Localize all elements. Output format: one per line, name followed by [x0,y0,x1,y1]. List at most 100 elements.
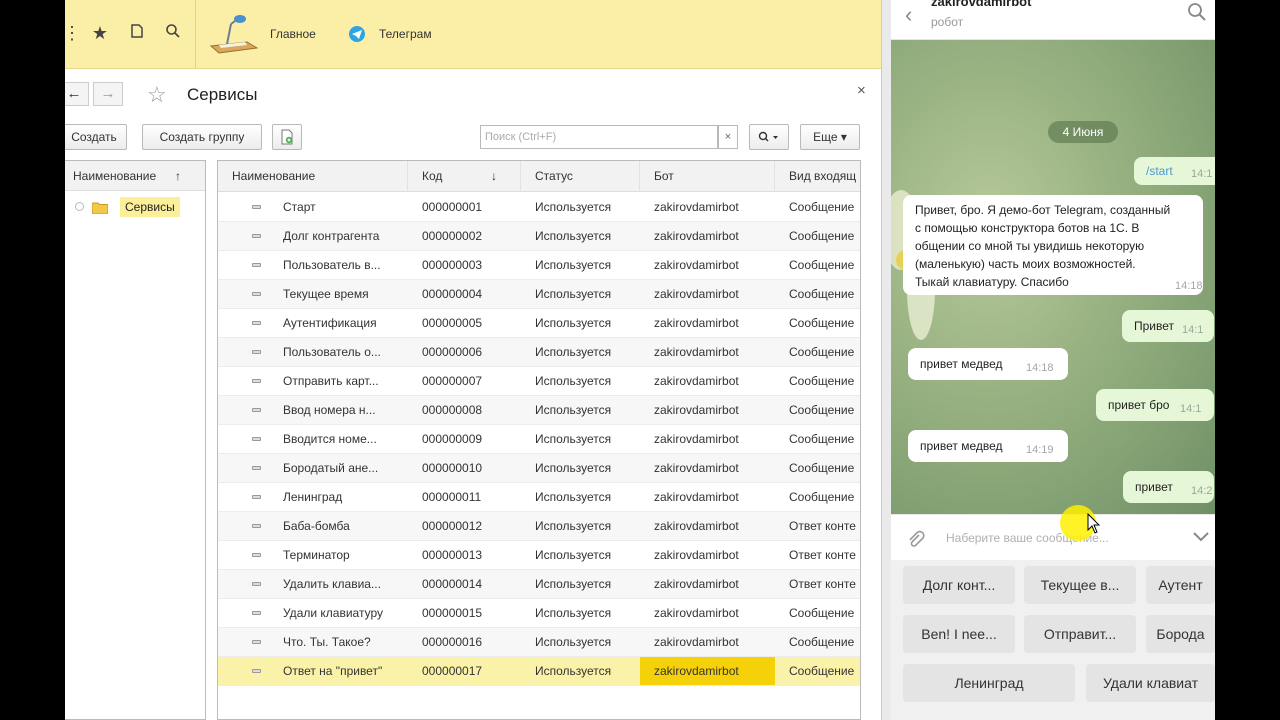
keyboard-button[interactable]: Борода [1146,615,1215,653]
cell-code: 000000010 [422,461,483,475]
outgoing-message[interactable]: /start 14:1 [1134,157,1215,185]
tree-item-services[interactable]: Сервисы [65,195,205,219]
search-clear-icon[interactable]: × [718,125,738,149]
table-row[interactable]: Удалить клавиа... 000000014 Используется za… [218,570,860,599]
cell-code: 000000007 [422,374,483,388]
table-row[interactable]: Ответ на "привет" 000000017 Используется za… [218,657,860,686]
cell-name: Вводится номе... [283,432,377,446]
table-row[interactable]: Вводится номе... 000000009 Используется zak… [218,425,860,454]
cell-code: 000000012 [422,519,483,533]
column-header-incoming-type[interactable]: Вид входящ [775,161,860,192]
incoming-message[interactable]: привет медвед 14:18 [908,348,1068,380]
bot-keyboard: Долг конт... Текущее в... Аутент Ben! I nee… [891,560,1215,720]
cell-status: Используется [535,577,612,591]
chat-header: ‹ zakirovdamirbot робот [891,0,1215,40]
row-element-icon [252,611,261,615]
table-row[interactable]: Текущее время 000000004 Используется zakiro… [218,280,860,309]
section-main-link[interactable]: Главное [270,27,316,41]
tree-header[interactable]: Наименование ↑ [65,161,205,191]
table-row[interactable]: Что. Ты. Такое? 000000016 Используется zaki… [218,628,860,657]
search-icon[interactable] [1187,2,1207,27]
table-row[interactable]: Отправить карт... 000000007 Используется za… [218,367,860,396]
table-row[interactable]: Удали клавиатуру 000000015 Используется zak… [218,599,860,628]
onec-window: ⋮ ★ Главное Телеграм ← → ☆ Сервисы × Соз… [65,0,881,720]
cell-incoming-type: Сообщение [789,635,855,649]
keyboard-button[interactable]: Удали клавиат [1086,664,1215,702]
row-element-icon [252,466,261,470]
outgoing-message[interactable]: Привет 14:1 [1122,310,1214,342]
outgoing-message[interactable]: привет бро 14:1 [1096,389,1214,421]
column-header-bot[interactable]: Бот [640,161,775,192]
favorite-star-icon[interactable]: ☆ [147,82,167,108]
add-document-icon[interactable] [272,124,302,150]
cell-bot: zakirovdamirbot [654,287,739,301]
group-tree: Наименование ↑ Сервисы [65,160,206,720]
tree-item-label: Сервисы [120,197,180,217]
cell-bot: zakirovdamirbot [640,657,775,685]
message-text: Привет [1134,319,1175,333]
cell-status: Используется [535,287,612,301]
table-row[interactable]: Пользователь в... 000000003 Используется za… [218,251,860,280]
table-row[interactable]: Бородатый ане... 000000010 Используется zak… [218,454,860,483]
close-icon[interactable]: × [857,82,866,99]
cell-incoming-type: Сообщение [789,432,855,446]
table-row[interactable]: Аутентификация 000000005 Используется zakir… [218,309,860,338]
column-header-status[interactable]: Статус [521,161,640,192]
back-arrow-icon[interactable]: ← [65,82,89,106]
favorites-star-icon[interactable]: ★ [89,22,111,44]
keyboard-button[interactable]: Долг конт... [903,566,1015,604]
cell-status: Используется [535,490,612,504]
back-chevron-icon[interactable]: ‹ [905,2,912,28]
cell-bot: zakirovdamirbot [654,635,739,649]
search-input[interactable]: Поиск (Ctrl+F) [480,125,718,149]
keyboard-button[interactable]: Аутент [1146,566,1215,604]
telegram-icon[interactable] [349,26,365,42]
cell-name: Бородатый ане... [283,461,379,475]
table-row[interactable]: Долг контрагента 000000002 Используется zak… [218,222,860,251]
incoming-message[interactable]: Привет, бро. Я демо-бот Telegram, создан… [903,195,1203,295]
table-row[interactable]: Старт 000000001 Используется zakirovdamirbo… [218,193,860,222]
cell-status: Используется [535,345,612,359]
row-element-icon [252,408,261,412]
search-options-button[interactable] [749,124,789,150]
create-button[interactable]: Создать [65,124,127,150]
history-icon[interactable] [126,22,148,44]
attach-paperclip-icon[interactable] [905,529,925,554]
table-row[interactable]: Ленинград 000000011 Используется zakirovdam… [218,483,860,512]
forward-arrow-icon[interactable]: → [93,82,123,106]
outgoing-message[interactable]: привет 14:2 [1123,471,1214,503]
cell-code: 000000005 [422,316,483,330]
cell-name: Пользователь о... [283,345,381,359]
table-row[interactable]: Терминатор 000000013 Используется zakirovda… [218,541,860,570]
table-row[interactable]: Ввод номера н... 000000008 Используется zak… [218,396,860,425]
cell-name: Аутентификация [283,316,377,330]
column-header-name[interactable]: Наименование [218,161,408,192]
more-button[interactable]: Еще ▾ [800,124,860,150]
menu-icon[interactable]: ⋮ [65,22,83,44]
screen-border [1215,0,1280,720]
cell-bot: zakirovdamirbot [654,258,739,272]
keyboard-button[interactable]: Ленинград [903,664,1075,702]
row-element-icon [252,553,261,557]
keyboard-button[interactable]: Отправит... [1024,615,1136,653]
table-row[interactable]: Баба-бомба 000000012 Используется zakirovda… [218,512,860,541]
keyboard-button[interactable]: Ben! I nee... [903,615,1015,653]
create-group-button[interactable]: Создать группу [142,124,262,150]
cell-status: Используется [535,432,612,446]
cell-incoming-type: Ответ конте [789,548,856,562]
cell-bot: zakirovdamirbot [654,461,739,475]
keyboard-button[interactable]: Текущее в... [1024,566,1136,604]
table-row[interactable]: Пользователь о... 000000006 Используется za… [218,338,860,367]
collapse-keyboard-chevron-icon[interactable] [1191,529,1211,548]
cell-name: Текущее время [283,287,369,301]
cell-code: 000000011 [422,490,482,504]
cell-bot: zakirovdamirbot [654,316,739,330]
search-icon[interactable] [162,22,184,44]
section-telegram-link[interactable]: Телеграм [379,27,432,41]
window-splitter[interactable] [881,0,891,720]
incoming-message[interactable]: привет медвед 14:19 [908,430,1068,462]
desk-lamp-icon[interactable] [207,12,259,56]
column-header-code[interactable]: Код ↓ [408,161,521,192]
cell-code: 000000009 [422,432,483,446]
expand-circle-icon[interactable] [75,202,84,211]
